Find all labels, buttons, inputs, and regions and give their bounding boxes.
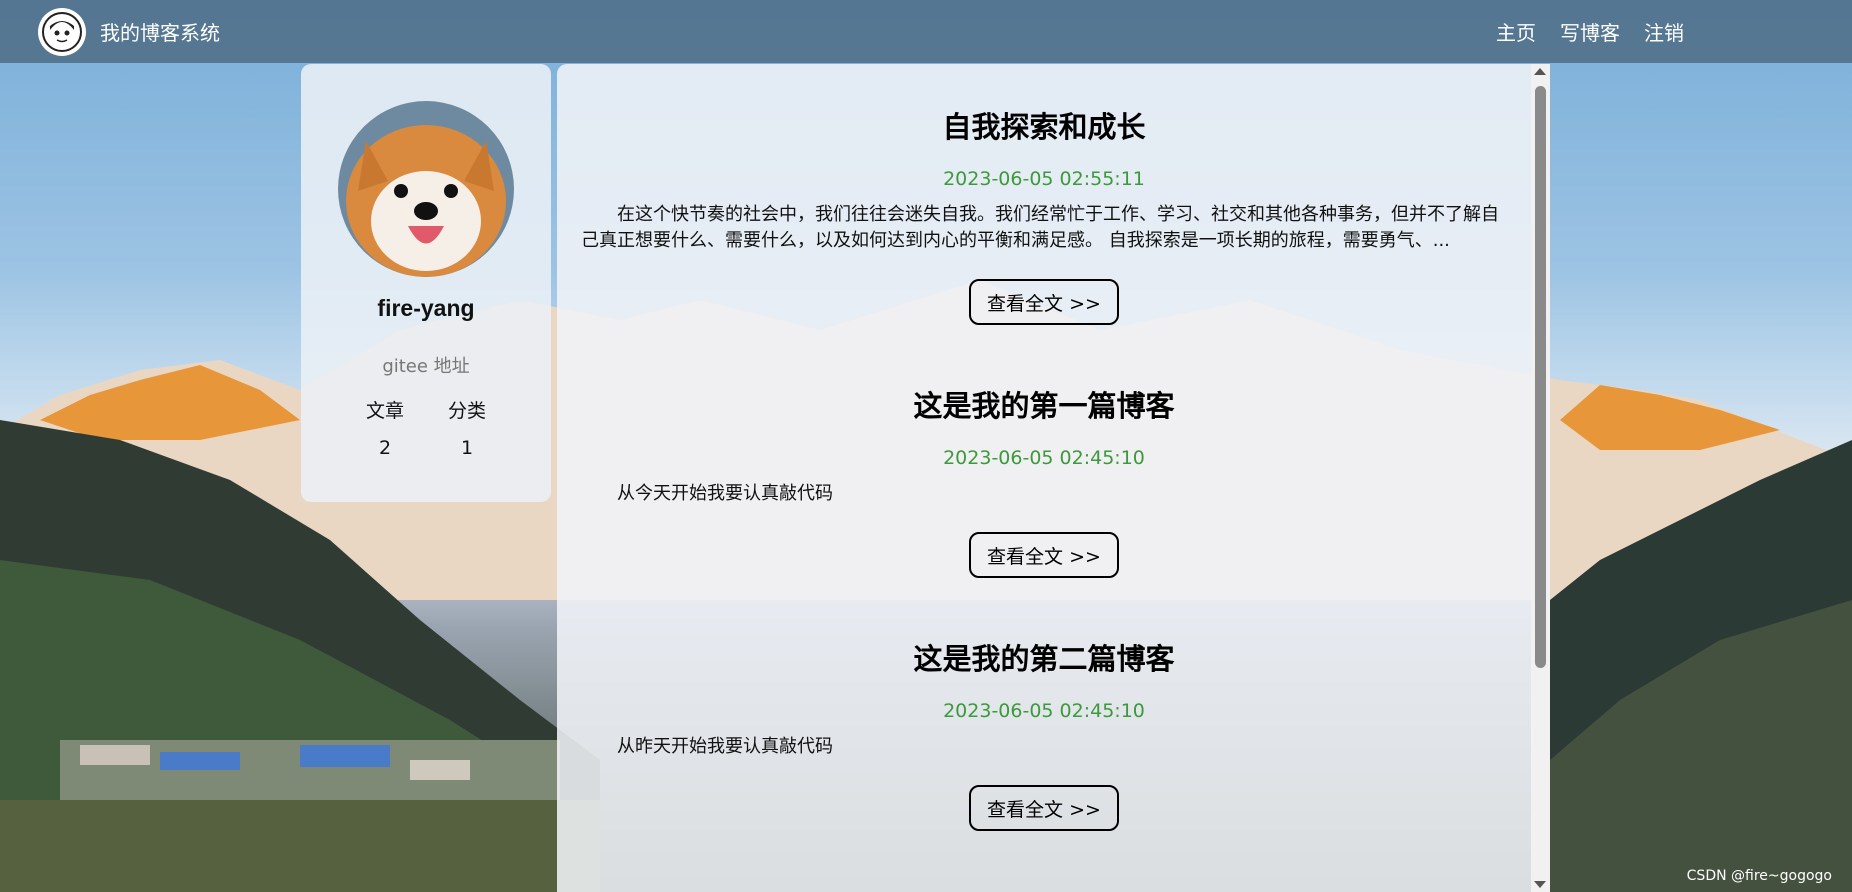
gitee-link[interactable]: gitee 地址 <box>301 352 551 378</box>
stat-articles: 文章 2 <box>344 396 426 459</box>
post-title: 这是我的第一篇博客 <box>913 389 1175 423</box>
site-title: 我的博客系统 <box>100 21 220 45</box>
post-title: 这是我的第二篇博客 <box>913 642 1175 676</box>
watermark: CSDN @fire~gogogo <box>1686 868 1832 884</box>
stats-row: 文章 2 分类 1 <box>301 396 551 459</box>
stat-categories: 分类 1 <box>426 396 508 459</box>
post-date: 2023-06-05 02:55:11 <box>943 168 1145 190</box>
stat-value: 1 <box>460 437 474 459</box>
stat-label: 分类 <box>447 400 486 422</box>
profile-card: fire-yang gitee 地址 文章 2 分类 1 <box>301 64 551 502</box>
vertical-scrollbar[interactable] <box>1531 64 1550 892</box>
nav-link-home[interactable]: 主页 <box>1496 17 1536 46</box>
nav-link-write-blog[interactable]: 写博客 <box>1560 17 1620 46</box>
scroll-up-arrow-icon[interactable] <box>1534 68 1546 75</box>
blog-post: 自我探索和成长 2023-06-05 02:55:11 在这个快节奏的社会中，我… <box>557 104 1531 325</box>
read-more-button[interactable]: 查看全文 >> <box>969 785 1119 831</box>
top-navbar: 我的博客系统 主页 写博客 注销 <box>0 0 1852 63</box>
post-desc: 从今天开始我要认真敲代码 <box>617 483 833 504</box>
nav-link-logout[interactable]: 注销 <box>1644 17 1684 46</box>
stat-label: 文章 <box>365 400 404 422</box>
blog-post: 这是我的第二篇博客 2023-06-05 02:45:10 从昨天开始我要认真敲… <box>557 636 1531 831</box>
post-date: 2023-06-05 02:45:10 <box>943 447 1145 469</box>
stat-value: 2 <box>378 437 392 459</box>
read-more-button[interactable]: 查看全文 >> <box>969 532 1119 578</box>
scroll-down-arrow-icon[interactable] <box>1534 881 1546 888</box>
post-title: 自我探索和成长 <box>942 110 1146 144</box>
post-date: 2023-06-05 02:45:10 <box>943 700 1145 722</box>
dog-avatar-icon <box>338 101 514 277</box>
post-desc: 在这个快节奏的社会中，我们往往会迷失自我。我们经常忙于工作、学习、社交和其他各种… <box>581 204 1499 251</box>
cartoon-avatar-icon[interactable] <box>38 7 86 56</box>
blog-post: 这是我的第一篇博客 2023-06-05 02:45:10 从今天开始我要认真敲… <box>557 383 1531 578</box>
scrollbar-thumb[interactable] <box>1535 86 1546 668</box>
user-name: fire-yang <box>377 295 475 321</box>
read-more-button[interactable]: 查看全文 >> <box>969 279 1119 325</box>
post-desc: 从昨天开始我要认真敲代码 <box>617 736 833 757</box>
blog-list-panel: 自我探索和成长 2023-06-05 02:55:11 在这个快节奏的社会中，我… <box>557 64 1531 892</box>
